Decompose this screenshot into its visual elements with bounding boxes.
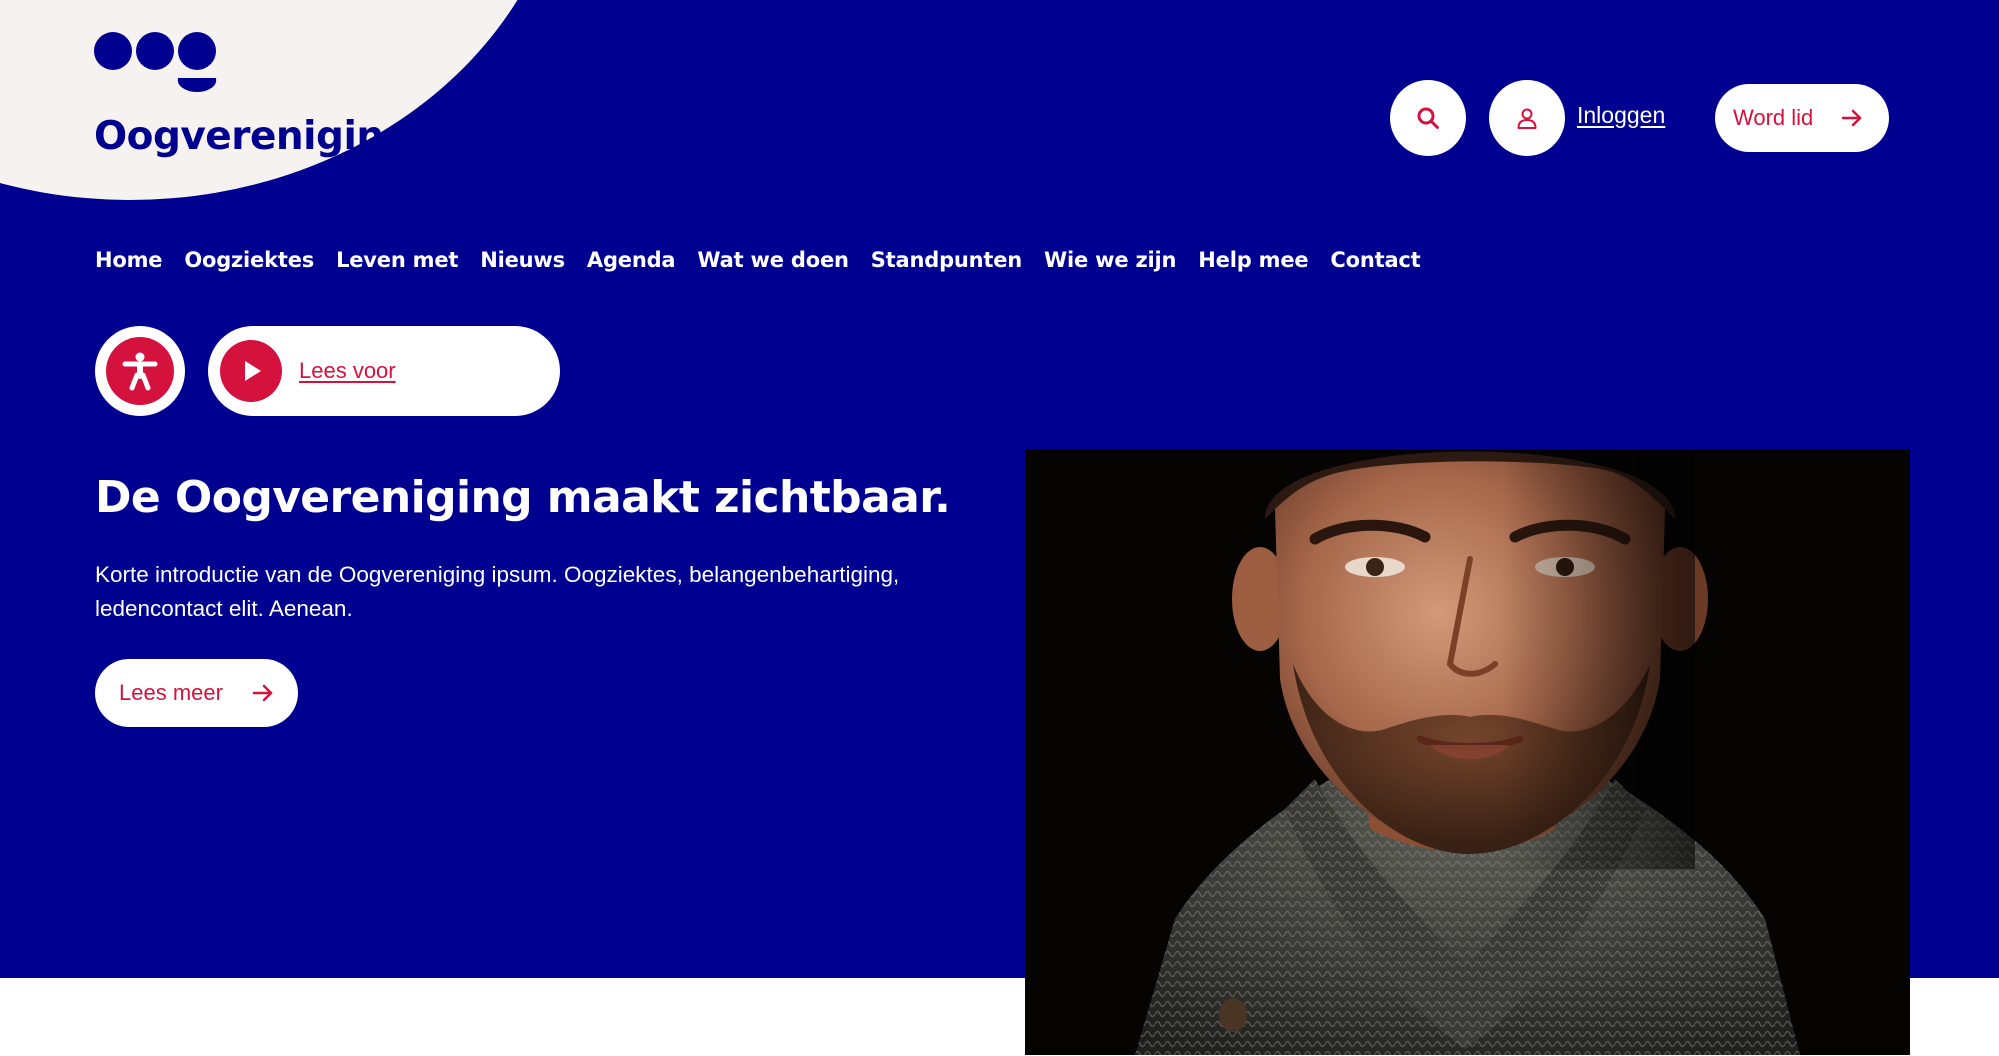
logo-mark-icon — [94, 32, 217, 93]
user-icon — [1517, 108, 1537, 129]
nav-item-leven-met[interactable]: Leven met — [336, 248, 458, 272]
play-icon — [245, 361, 261, 381]
arrow-right-icon — [252, 684, 273, 702]
join-button[interactable]: Word lid — [1715, 84, 1889, 152]
join-button-label: Word lid — [1733, 105, 1814, 130]
account-button[interactable] — [1489, 80, 1565, 156]
accessibility-icon — [122, 352, 158, 391]
read-more-label: Lees meer — [119, 680, 223, 705]
page: Oogvereniging Inloggen Word lid Home Oog… — [0, 0, 1999, 1056]
nav-item-agenda[interactable]: Agenda — [587, 248, 676, 272]
nav-item-wat-we-doen[interactable]: Wat we doen — [697, 248, 849, 272]
hero-intro-text: Korte introductie van de Oogvereniging i… — [95, 562, 900, 621]
nav-item-wie-we-zijn[interactable]: Wie we zijn — [1044, 248, 1176, 272]
read-more-button[interactable]: Lees meer — [95, 659, 298, 727]
arrow-right-icon — [1841, 109, 1862, 127]
play-badge — [220, 340, 282, 402]
login-link[interactable]: Inloggen — [1577, 102, 1665, 129]
logo-text: Oogvereniging — [94, 114, 412, 159]
accessibility-badge — [106, 337, 174, 405]
search-icon — [1417, 107, 1439, 129]
nav-item-standpunten[interactable]: Standpunten — [871, 248, 1022, 272]
nav-item-home[interactable]: Home — [95, 248, 163, 272]
logo-link[interactable]: Oogvereniging — [94, 32, 414, 172]
nav-item-contact[interactable]: Contact — [1330, 248, 1420, 272]
main-navigation: Home Oogziektes Leven met Nieuws Agenda … — [95, 248, 1443, 272]
read-aloud-button[interactable]: Lees voor — [208, 326, 560, 416]
nav-item-oogziektes[interactable]: Oogziektes — [184, 248, 314, 272]
read-aloud-label: Lees voor — [299, 358, 396, 383]
accessibility-button[interactable] — [95, 326, 185, 416]
hero-portrait-image — [1025, 449, 1910, 1055]
nav-item-nieuws[interactable]: Nieuws — [480, 248, 565, 272]
hero-title: De Oogvereniging maakt zichtbaar. — [95, 472, 951, 523]
nav-item-help-mee[interactable]: Help mee — [1198, 248, 1308, 272]
search-button[interactable] — [1390, 80, 1466, 156]
